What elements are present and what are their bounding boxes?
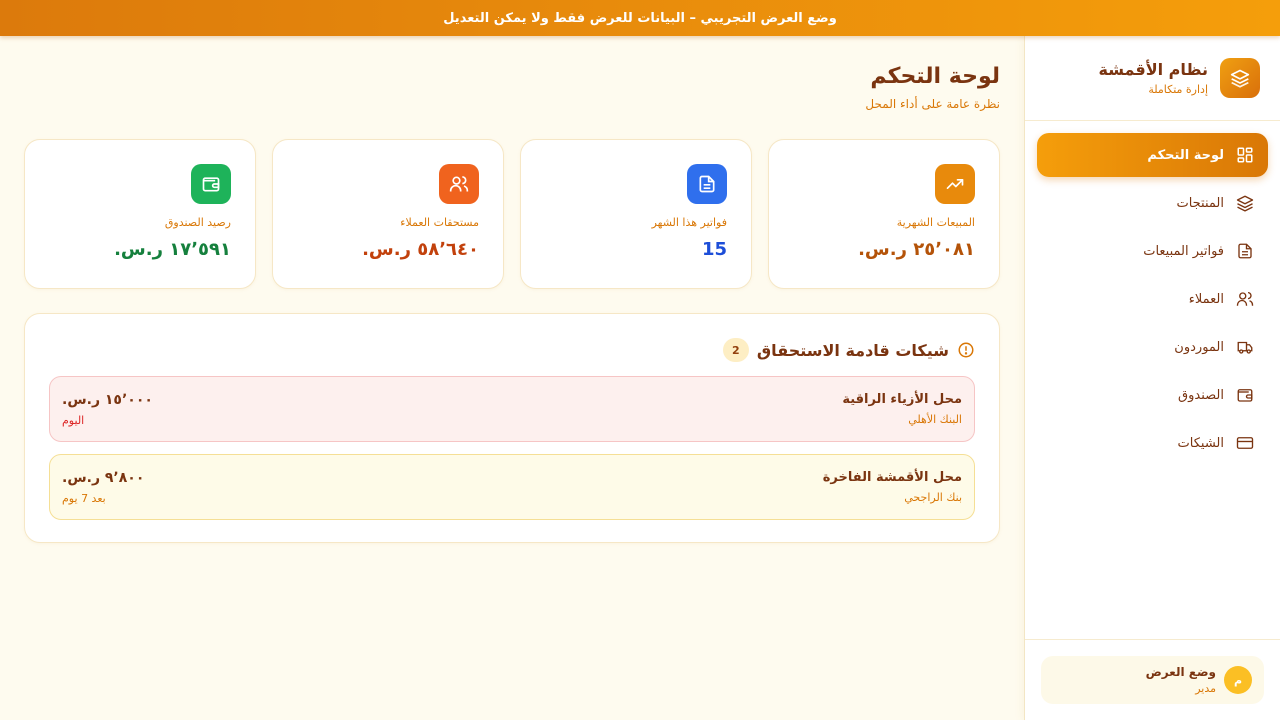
sidebar-item-label: الصندوق: [1178, 387, 1224, 403]
cheque-payer: محل الأقمشة الفاخرة: [822, 470, 962, 485]
truck-icon: [1236, 338, 1254, 356]
sidebar-item-customers[interactable]: العملاء: [1037, 277, 1268, 321]
cheque-amount: ٩٬٨٠٠ ر.س.: [62, 469, 145, 486]
stat-card-customer-dues: مستحقات العملاء ٥٨٬٦٤٠ ر.س.: [272, 139, 504, 289]
panel-header: شيكات قادمة الاستحقاق 2: [49, 336, 975, 364]
sidebar-nav: لوحة التحكم المنتجات فواتير المبيعات الع…: [1025, 121, 1280, 465]
stat-value: ٢٥٬٠٨١ ر.س.: [858, 239, 975, 260]
cheque-due: بعد 7 يوم: [62, 491, 106, 505]
sidebar-item-sales-invoices[interactable]: فواتير المبيعات: [1037, 229, 1268, 273]
brand-subtitle: إدارة متكاملة: [1148, 83, 1208, 96]
alert-circle-icon: [957, 341, 975, 359]
document-icon: [687, 164, 727, 204]
user-name: وضع العرض: [1145, 665, 1216, 679]
demo-mode-banner: وضع العرض التجريبي – البيانات للعرض فقط …: [0, 0, 1280, 36]
layers-icon: [1236, 194, 1254, 212]
stat-card-monthly-invoices: فواتير هذا الشهر 15: [520, 139, 752, 289]
cheque-item[interactable]: محل الأقمشة الفاخرة بنك الراجحي ٩٬٨٠٠ ر.…: [49, 454, 975, 520]
cheque-due: اليوم: [62, 413, 85, 427]
sidebar-item-label: فواتير المبيعات: [1143, 243, 1224, 259]
sidebar-item-suppliers[interactable]: الموردون: [1037, 325, 1268, 369]
upcoming-cheques-panel: شيكات قادمة الاستحقاق 2 محل الأزياء الرا…: [24, 313, 1000, 543]
sidebar-item-cheques[interactable]: الشيكات: [1037, 421, 1268, 465]
sidebar-footer: م وضع العرض مدير: [1025, 639, 1280, 720]
document-icon: [1236, 242, 1254, 260]
page-subtitle: نظرة عامة على أداء المحل: [865, 97, 1000, 111]
layers-icon: [1220, 58, 1260, 98]
stat-card-monthly-sales: المبيعات الشهرية ٢٥٬٠٨١ ر.س.: [768, 139, 1000, 289]
sidebar-item-label: العملاء: [1188, 291, 1224, 307]
user-card[interactable]: م وضع العرض مدير: [1041, 656, 1264, 704]
main-content: لوحة التحكم نظرة عامة على أداء المحل الم…: [0, 36, 1024, 720]
avatar: م: [1224, 666, 1252, 694]
card-icon: [1236, 434, 1254, 452]
sidebar-item-cash-box[interactable]: الصندوق: [1037, 373, 1268, 417]
stat-label: مستحقات العملاء: [400, 216, 479, 229]
stats-row: المبيعات الشهرية ٢٥٬٠٨١ ر.س. فواتير هذا …: [24, 139, 1000, 289]
stat-card-cash-balance: رصيد الصندوق ١٧٬٥٩١ ر.س.: [24, 139, 256, 289]
sidebar-item-label: الشيكات: [1177, 435, 1224, 451]
wallet-icon: [191, 164, 231, 204]
brand-title: نظام الأقمشة: [1098, 60, 1208, 79]
count-badge: 2: [722, 338, 749, 362]
sidebar-item-products[interactable]: المنتجات: [1037, 181, 1268, 225]
sidebar-item-dashboard[interactable]: لوحة التحكم: [1037, 133, 1268, 177]
sidebar: نظام الأقمشة إدارة متكاملة لوحة التحكم ا…: [1024, 36, 1280, 720]
sidebar-item-label: المنتجات: [1176, 195, 1224, 211]
stat-label: رصيد الصندوق: [164, 216, 231, 229]
users-icon: [1236, 290, 1254, 308]
wallet-icon: [1236, 386, 1254, 404]
stat-value: 15: [701, 239, 727, 260]
users-icon: [439, 164, 479, 204]
brand: نظام الأقمشة إدارة متكاملة: [1025, 36, 1280, 121]
panel-title: شيكات قادمة الاستحقاق: [756, 340, 949, 360]
cheque-item[interactable]: محل الأزياء الراقية البنك الأهلي ١٥٬٠٠٠ …: [49, 376, 975, 442]
user-role: مدير: [1195, 682, 1216, 695]
cheque-bank: بنك الراجحي: [904, 491, 962, 504]
stat-value: ٥٨٬٦٤٠ ر.س.: [362, 239, 479, 260]
cheque-payer: محل الأزياء الراقية: [842, 392, 962, 407]
page-title: لوحة التحكم: [870, 64, 1000, 89]
trend-up-icon: [935, 164, 975, 204]
stat-label: فواتير هذا الشهر: [651, 216, 727, 229]
banner-text: وضع العرض التجريبي – البيانات للعرض فقط …: [443, 10, 837, 26]
sidebar-item-label: الموردون: [1174, 339, 1224, 355]
stat-value: ١٧٬٥٩١ ر.س.: [114, 239, 231, 260]
cheque-bank: البنك الأهلي: [908, 413, 962, 426]
cheque-amount: ١٥٬٠٠٠ ر.س.: [62, 391, 153, 408]
dashboard-icon: [1236, 146, 1254, 164]
sidebar-item-label: لوحة التحكم: [1147, 147, 1224, 163]
stat-label: المبيعات الشهرية: [896, 216, 975, 229]
